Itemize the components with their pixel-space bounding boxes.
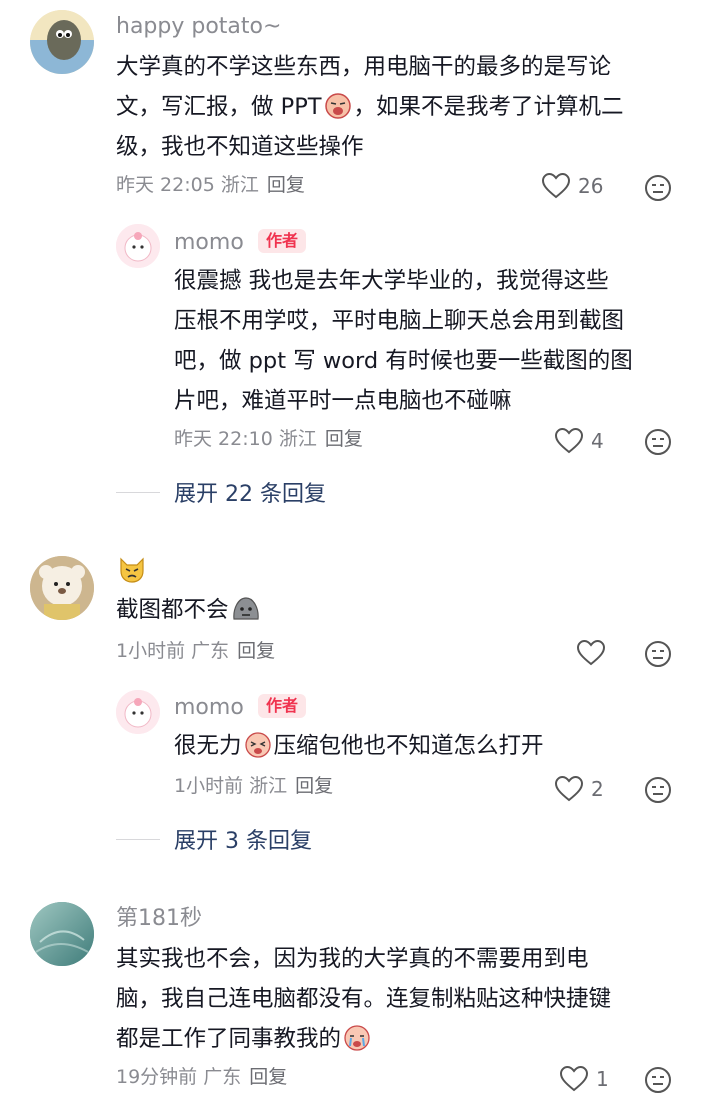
comment-text-line: 都是工作了同事教我的	[116, 1019, 373, 1065]
like-count: 2	[591, 777, 604, 801]
avatar[interactable]	[30, 556, 94, 620]
comment-text-line: 大学真的不学这些东西，用电脑干的最多的是写论	[116, 54, 612, 80]
dislike-face-icon[interactable]	[644, 640, 672, 668]
dislike-face-icon[interactable]	[644, 776, 672, 804]
heart-icon	[577, 640, 605, 666]
expand-replies-button[interactable]: 展开 22 条回复	[116, 476, 326, 508]
expand-replies-button[interactable]: 展开 3 条回复	[116, 823, 312, 855]
reply-meta: 昨天 22:10 浙江 回复	[174, 428, 363, 450]
heart-icon	[555, 428, 583, 454]
avatar[interactable]	[116, 224, 160, 268]
reply-button[interactable]: 回复	[237, 640, 275, 662]
sobbing-face-icon	[343, 1024, 371, 1065]
reply-text-line: 很无力 压缩包他也不知道怎么打开	[174, 726, 544, 772]
reply-username[interactable]: momo	[174, 697, 244, 719]
comment-meta: 19分钟前 广东 回复	[116, 1066, 288, 1088]
author-badge: 作者	[258, 694, 307, 718]
heart-icon	[542, 173, 570, 199]
reply-button[interactable]: 回复	[267, 174, 305, 196]
reply-meta: 1小时前 浙江 回复	[174, 775, 334, 797]
dislike-face-icon[interactable]	[644, 174, 672, 202]
like-count: 26	[578, 174, 604, 198]
exhausted-face-icon	[244, 731, 272, 772]
reply-button[interactable]: 回复	[249, 1066, 287, 1088]
reply-username[interactable]: momo	[174, 232, 244, 254]
comment-text-line: 截图都不会	[116, 590, 263, 636]
avatar[interactable]	[30, 10, 94, 74]
reply-text-line: 吧，做 ppt 写 word 有时候也要一些截图的图	[174, 348, 633, 374]
like-count: 4	[591, 429, 604, 453]
comment-username[interactable]: 第181秒	[116, 908, 202, 930]
divider	[116, 491, 160, 493]
heart-icon	[555, 776, 583, 802]
like-button[interactable]: 1	[560, 1066, 609, 1092]
reply-button[interactable]: 回复	[295, 775, 333, 797]
divider	[116, 838, 160, 840]
heart-icon	[560, 1066, 588, 1092]
angry-cat-icon	[118, 557, 146, 587]
like-button[interactable]: 26	[542, 173, 603, 199]
author-badge: 作者	[258, 229, 307, 253]
comment-text-line: 级，我也不知道这些操作	[116, 134, 364, 160]
dislike-face-icon[interactable]	[644, 428, 672, 456]
avatar[interactable]	[30, 902, 94, 966]
comment-text-line: 脑，我自己连电脑都没有。连复制粘贴这种快捷键	[116, 986, 612, 1012]
dislike-face-icon[interactable]	[644, 1066, 672, 1094]
like-button[interactable]: 4	[555, 428, 604, 454]
reply-text-line: 片吧，难道平时一点电脑也不碰嘛	[174, 388, 512, 414]
like-count: 1	[596, 1067, 609, 1091]
comment-meta: 昨天 22:05 浙江 回复	[116, 174, 305, 196]
rock-face-icon	[231, 595, 261, 636]
avatar[interactable]	[116, 690, 160, 734]
comment-meta: 1小时前 广东 回复	[116, 640, 276, 662]
like-button[interactable]: 2	[555, 776, 604, 802]
comment-text-line: 其实我也不会，因为我的大学真的不需要用到电	[116, 946, 589, 972]
reply-text-line: 很震撼 我也是去年大学毕业的，我觉得这些	[174, 268, 609, 294]
reply-text-line: 压根不用学哎，平时电脑上聊天总会用到截图	[174, 308, 625, 334]
like-button[interactable]	[577, 640, 613, 666]
reply-button[interactable]: 回复	[325, 428, 363, 450]
comment-username[interactable]: happy potato~	[116, 16, 281, 38]
